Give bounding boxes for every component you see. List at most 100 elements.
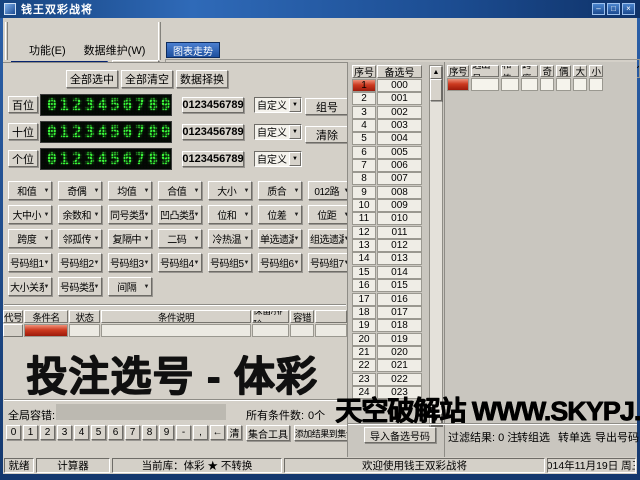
toolbar-grip[interactable]: [158, 22, 161, 60]
numpad-button[interactable]: -: [176, 425, 191, 440]
candidate-row[interactable]: 11 010: [352, 212, 422, 225]
numpad-button[interactable]: 1: [23, 425, 38, 440]
candidate-row[interactable]: 7 006: [352, 159, 422, 172]
numpad-button[interactable]: 5: [91, 425, 106, 440]
condition-button[interactable]: 号码组6 ▼: [258, 253, 302, 272]
condition-table-cell[interactable]: [101, 324, 251, 337]
numpad-button[interactable]: 清: [227, 425, 242, 440]
condition-button[interactable]: 012路 ▼: [308, 181, 352, 200]
candidate-row[interactable]: 23 022: [352, 373, 422, 386]
led-number-display[interactable]: 0123456789: [40, 148, 172, 170]
menu-item[interactable]: 功能(E): [29, 42, 66, 58]
condition-button[interactable]: 二码 ▼: [158, 229, 202, 248]
tab-chart-trend[interactable]: 图表走势: [166, 42, 220, 58]
numpad-button[interactable]: 9: [159, 425, 174, 440]
candidate-row[interactable]: 3 002: [352, 106, 422, 119]
condition-button[interactable]: 间隔 ▼: [108, 277, 152, 296]
to-single-select-action[interactable]: 转单选: [558, 429, 591, 445]
numpad-button[interactable]: 8: [142, 425, 157, 440]
scrollbar-thumb[interactable]: [430, 79, 442, 101]
selection-action-button[interactable]: 全部选中: [66, 70, 118, 88]
condition-button[interactable]: 跨度 ▼: [8, 229, 52, 248]
mode-dropdown[interactable]: 自定义▼: [254, 97, 302, 113]
digit-position-button[interactable]: 百位: [8, 96, 38, 113]
candidate-row[interactable]: 6 005: [352, 146, 422, 159]
numpad-button[interactable]: 2: [40, 425, 55, 440]
numpad-button[interactable]: ,: [193, 425, 208, 440]
candidate-row[interactable]: 8 007: [352, 172, 422, 185]
condition-button[interactable]: 号码组3 ▼: [108, 253, 152, 272]
led-number-display[interactable]: 0123456789: [40, 94, 172, 116]
condition-button[interactable]: 奇偶 ▼: [58, 181, 102, 200]
candidate-row[interactable]: 17 016: [352, 293, 422, 306]
candidate-row[interactable]: 1 000: [352, 79, 422, 92]
digit-position-button[interactable]: 十位: [8, 123, 38, 140]
condition-button[interactable]: 邻孤传 ▼: [58, 229, 102, 248]
candidate-row[interactable]: 10 009: [352, 199, 422, 212]
digit-value-field[interactable]: 0123456789: [182, 151, 244, 167]
mode-dropdown[interactable]: 自定义▼: [254, 151, 302, 167]
scroll-up-icon[interactable]: ▲: [430, 66, 442, 79]
condition-button[interactable]: 质合 ▼: [258, 181, 302, 200]
condition-button[interactable]: 大中小 ▼: [8, 205, 52, 224]
condition-button[interactable]: 大小关系 ▼: [8, 277, 52, 296]
to-group-select-action[interactable]: 转组选: [517, 429, 550, 445]
set-tool-button[interactable]: 集合工具: [246, 425, 290, 441]
condition-button[interactable]: 同号类型 ▼: [108, 205, 152, 224]
export-numbers-action[interactable]: 导出号码: [595, 429, 639, 445]
numpad-button[interactable]: 6: [108, 425, 123, 440]
condition-button[interactable]: 号码组4 ▼: [158, 253, 202, 272]
condition-table-cell[interactable]: [252, 324, 289, 337]
candidate-scrollbar[interactable]: ▲ ▼: [429, 65, 443, 427]
condition-button[interactable]: 合值 ▼: [158, 181, 202, 200]
candidate-row[interactable]: 20 019: [352, 333, 422, 346]
condition-button[interactable]: 号码组1 ▼: [8, 253, 52, 272]
condition-button[interactable]: 余数和 ▼: [58, 205, 102, 224]
condition-table-cell[interactable]: [24, 324, 68, 337]
chevron-down-icon[interactable]: ▼: [289, 98, 301, 112]
selection-action-button[interactable]: 数据择换: [176, 70, 228, 88]
candidate-row[interactable]: 12 011: [352, 226, 422, 239]
candidate-row[interactable]: 15 014: [352, 266, 422, 279]
condition-button[interactable]: 号码组5 ▼: [208, 253, 252, 272]
candidate-row[interactable]: 9 008: [352, 186, 422, 199]
numpad-button[interactable]: 3: [57, 425, 72, 440]
candidate-row[interactable]: 5 004: [352, 132, 422, 145]
condition-button[interactable]: 号码组7 ▼: [308, 253, 352, 272]
candidate-row[interactable]: 13 012: [352, 239, 422, 252]
condition-button[interactable]: 号码类型 ▼: [58, 277, 102, 296]
condition-table-cell[interactable]: [315, 324, 347, 337]
toolbar-grip[interactable]: [5, 22, 8, 60]
condition-button[interactable]: 位和 ▼: [208, 205, 252, 224]
candidate-row[interactable]: 18 017: [352, 306, 422, 319]
condition-button[interactable]: 均值 ▼: [108, 181, 152, 200]
candidate-row[interactable]: 22 021: [352, 359, 422, 372]
condition-table-cell[interactable]: [69, 324, 100, 337]
candidate-row[interactable]: 19 018: [352, 319, 422, 332]
condition-button[interactable]: 凹凸类型 ▼: [158, 205, 202, 224]
global-tolerance-input[interactable]: [56, 404, 226, 420]
numpad-button[interactable]: 7: [125, 425, 140, 440]
numpad-button[interactable]: 0: [6, 425, 21, 440]
minimize-button[interactable]: –: [592, 3, 605, 15]
led-number-display[interactable]: 0123456789: [40, 121, 172, 143]
mode-dropdown[interactable]: 自定义▼: [254, 124, 302, 140]
menu-item[interactable]: 数据维护(W): [84, 42, 146, 58]
candidate-row[interactable]: 4 003: [352, 119, 422, 132]
chevron-down-icon[interactable]: ▼: [289, 125, 301, 139]
digit-position-button[interactable]: 个位: [8, 150, 38, 167]
condition-table-cell[interactable]: [3, 324, 23, 337]
condition-button[interactable]: 大小 ▼: [208, 181, 252, 200]
clear-button[interactable]: 清除: [305, 126, 349, 143]
digit-value-field[interactable]: 0123456789: [182, 97, 244, 113]
restore-button[interactable]: □: [607, 3, 620, 15]
condition-button[interactable]: 位距 ▼: [308, 205, 352, 224]
digit-value-field[interactable]: 0123456789: [182, 124, 244, 140]
condition-table-cell[interactable]: [290, 324, 314, 337]
candidate-row[interactable]: 14 013: [352, 252, 422, 265]
candidate-row[interactable]: 21 020: [352, 346, 422, 359]
candidate-row[interactable]: 2 001: [352, 92, 422, 105]
selection-action-button[interactable]: 全部清空: [121, 70, 173, 88]
condition-button[interactable]: 冷热温 ▼: [208, 229, 252, 248]
condition-button[interactable]: 和值 ▼: [8, 181, 52, 200]
